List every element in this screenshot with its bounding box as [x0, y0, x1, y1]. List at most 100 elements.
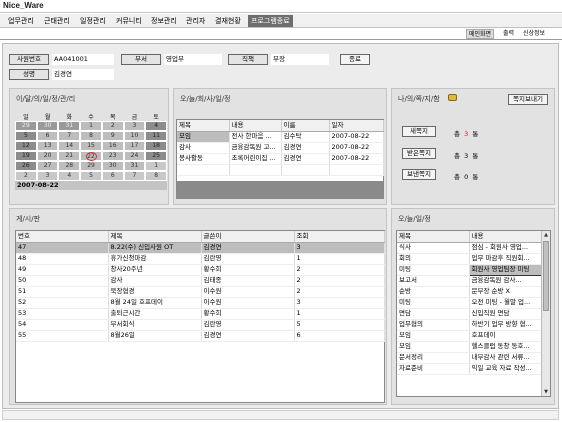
column-header[interactable]: 이름	[281, 120, 330, 132]
calendar-day[interactable]: 8	[145, 171, 168, 181]
calendar-day[interactable]: 19	[15, 151, 37, 161]
calendar-day[interactable]: 14	[58, 141, 81, 151]
column-header[interactable]: 제목	[177, 120, 230, 132]
menu-item-info[interactable]: 정보관리	[151, 16, 177, 26]
tab-main[interactable]: 메인화면	[466, 29, 495, 39]
table-cell: 2007-08-22	[329, 131, 384, 143]
send-message-button[interactable]: 쪽지보내기	[508, 94, 548, 105]
calendar-day[interactable]: 16	[101, 141, 124, 151]
calendar-day[interactable]: 28	[58, 161, 81, 171]
new-message-button[interactable]: 새쪽지	[402, 126, 436, 137]
column-header[interactable]: 글쓴이	[201, 231, 295, 243]
exit-button[interactable]: 종료	[340, 54, 370, 65]
menu-item-exit[interactable]: 프로그램종료	[248, 15, 293, 27]
calendar-day[interactable]: 13	[36, 141, 59, 151]
sent-message-button[interactable]: 보낸쪽지	[402, 169, 436, 180]
calendar-day[interactable]: 3	[123, 121, 146, 131]
calendar-day[interactable]: 31	[58, 121, 81, 131]
table-row[interactable]: 미팅 회원사 영업팀장 미팅	[397, 263, 543, 276]
column-header[interactable]: 제목	[108, 231, 202, 243]
received-message-button[interactable]: 받은쪽지	[402, 148, 436, 159]
calendar-day[interactable]: 6	[36, 131, 59, 141]
calendar-day[interactable]: 2	[15, 171, 37, 181]
menu-item-schedule[interactable]: 일정관리	[80, 16, 106, 26]
table-row[interactable]: 52 8월 24일 호프데이 이수원 3	[16, 297, 385, 309]
calendar-day[interactable]: 29	[15, 121, 37, 131]
calendar-day[interactable]: 6	[101, 171, 124, 181]
calendar-day[interactable]: 31	[123, 161, 146, 171]
calendar-day[interactable]: 10	[123, 131, 146, 141]
menu-item-community[interactable]: 커뮤니티	[116, 16, 142, 26]
calendar-day[interactable]: 17	[123, 141, 146, 151]
table-row[interactable]: 55 8월26일 김경연 6	[16, 330, 385, 342]
calendar-day[interactable]: 11	[145, 131, 168, 141]
column-header[interactable]: 일자	[329, 120, 384, 132]
table-row[interactable]: 봉사활동 초록어린이집 ... 김경연 2007-08-22	[177, 153, 384, 165]
menu-item-attendance[interactable]: 근태관리	[44, 16, 70, 26]
calendar-day[interactable]: 30	[101, 161, 124, 171]
table-row[interactable]: 50 감사 김태종 2	[16, 275, 385, 287]
scroll-thumb[interactable]	[543, 241, 549, 311]
column-header[interactable]: 조회	[294, 231, 385, 243]
table-cell: 2	[294, 275, 385, 287]
calendar-day[interactable]: 24	[123, 151, 146, 161]
table-row[interactable]: 면담 신입직원 면담	[397, 308, 543, 320]
calendar-day[interactable]: 18	[145, 141, 168, 151]
table-cell: 이수원	[201, 297, 295, 309]
column-header[interactable]: 내용	[229, 120, 282, 132]
column-header[interactable]: 번호	[16, 231, 109, 243]
table-row[interactable]: 보고서 금융감독원 감사...	[397, 275, 543, 287]
calendar-day[interactable]: 26	[15, 161, 37, 171]
calendar-day[interactable]: 15	[80, 141, 102, 151]
table-row[interactable]: 미팅 오전 미팅 - 월말 업...	[397, 297, 543, 309]
table-row[interactable]: 회의 업무 마감후 직원회...	[397, 253, 543, 265]
menu-item-work[interactable]: 업무관리	[8, 16, 34, 26]
tab-personal[interactable]: 신상정보	[521, 29, 547, 39]
table-row[interactable]: 54 부서회식 김란영 5	[16, 319, 385, 331]
scroll-down-icon[interactable]: ▼	[542, 388, 550, 396]
calendar-day[interactable]: 5	[80, 171, 102, 181]
calendar-day[interactable]: 4	[58, 171, 81, 181]
table-row[interactable]: 자료준비 익일 교육 자료 작성...	[397, 363, 543, 375]
table-row[interactable]: 53 출퇴근시간 황수희 1	[16, 308, 385, 320]
calendar-day[interactable]: 29	[80, 161, 102, 171]
calendar-day[interactable]: 12	[15, 141, 37, 151]
calendar-day[interactable]: 1	[145, 161, 168, 171]
calendar-day[interactable]: 2	[101, 121, 124, 131]
calendar-day[interactable]: 30	[36, 121, 59, 131]
table-row[interactable]: 문서정리 내부감사 관련 서류...	[397, 352, 543, 364]
calendar-day-today[interactable]: 22	[80, 151, 102, 161]
my-schedule-scrollbar[interactable]: ▲ ▼	[541, 231, 550, 396]
table-row[interactable]: 49 창사20주년 황수희 2	[16, 264, 385, 276]
calendar-day[interactable]: 8	[80, 131, 102, 141]
scroll-up-icon[interactable]: ▲	[542, 231, 550, 239]
table-cell: 2	[294, 286, 385, 298]
calendar-day[interactable]: 21	[58, 151, 81, 161]
calendar-day[interactable]: 20	[36, 151, 59, 161]
table-row[interactable]: 업무협의 하반기 업무 방향 협...	[397, 319, 543, 331]
table-row[interactable]: 47 8.22(수) 신입사원 OT 김경연 3	[16, 242, 385, 254]
table-row[interactable]: 모임 전사 한마음 ... 김수탁 2007-08-22	[177, 131, 384, 143]
table-row[interactable]: 순방 문부장 순방 X	[397, 286, 543, 298]
menu-item-approval[interactable]: 결재현황	[215, 16, 241, 26]
calendar-day[interactable]: 27	[36, 161, 59, 171]
table-row[interactable]: 51 북장협경 이수원 2	[16, 286, 385, 298]
calendar-day[interactable]: 3	[36, 171, 59, 181]
table-row[interactable]: 식사 점심 - 회원사 영업...	[397, 242, 543, 254]
calendar-day[interactable]: 9	[101, 131, 124, 141]
calendar-day[interactable]: 4	[145, 121, 168, 131]
calendar-day[interactable]: 23	[101, 151, 124, 161]
tab-print[interactable]: 출력	[501, 29, 516, 39]
column-header[interactable]: 제목	[397, 231, 470, 243]
calendar-day[interactable]: 25	[145, 151, 168, 161]
calendar-day[interactable]: 1	[80, 121, 102, 131]
calendar-day[interactable]: 7	[58, 131, 81, 141]
column-header[interactable]: 내용	[469, 231, 543, 243]
table-row[interactable]: 모임 호프데이	[397, 330, 543, 342]
menu-item-admin[interactable]: 관리자	[186, 16, 205, 26]
table-row[interactable]: 48 휴가신청마감 김란영 1	[16, 253, 385, 265]
table-row[interactable]: 감사 금융감독원 고... 김경연 2007-08-22	[177, 142, 384, 154]
table-row[interactable]: 모임 헬스클럽 동창 동호...	[397, 341, 543, 353]
calendar-day[interactable]: 7	[123, 171, 146, 181]
calendar-day[interactable]: 5	[15, 131, 37, 141]
